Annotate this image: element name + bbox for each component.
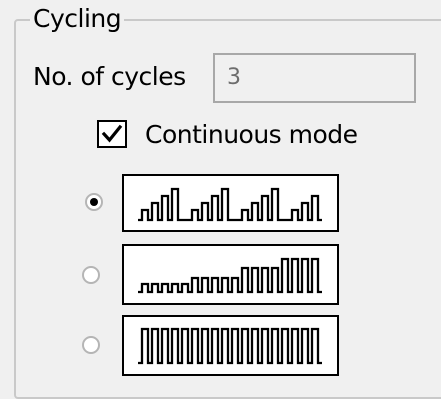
pattern-radio-2[interactable] <box>82 266 100 284</box>
cycles-value: 3 <box>227 65 241 90</box>
continuous-mode-checkbox[interactable] <box>97 120 127 148</box>
pulse-waveform-icon <box>138 187 322 222</box>
continuous-mode-label: Continuous mode <box>145 120 358 149</box>
pulse-waveform-icon <box>138 257 322 294</box>
ramping-pulse-pattern[interactable] <box>122 244 339 305</box>
cycles-input[interactable]: 3 <box>213 53 416 103</box>
checkmark-icon <box>101 124 123 143</box>
pulse-waveform-icon <box>138 327 322 365</box>
pattern-radio-3[interactable] <box>82 336 100 354</box>
pattern-radio-1[interactable] <box>85 193 103 211</box>
radio-selected-dot <box>90 198 98 206</box>
cycles-label: No. of cycles <box>33 62 186 91</box>
groupbox-title: Cycling <box>30 4 125 34</box>
grouped-burst-pattern[interactable] <box>122 174 339 232</box>
cycling-panel: Cycling No. of cycles 3 Continuous mode <box>0 0 441 399</box>
uniform-pulse-pattern[interactable] <box>122 315 339 376</box>
